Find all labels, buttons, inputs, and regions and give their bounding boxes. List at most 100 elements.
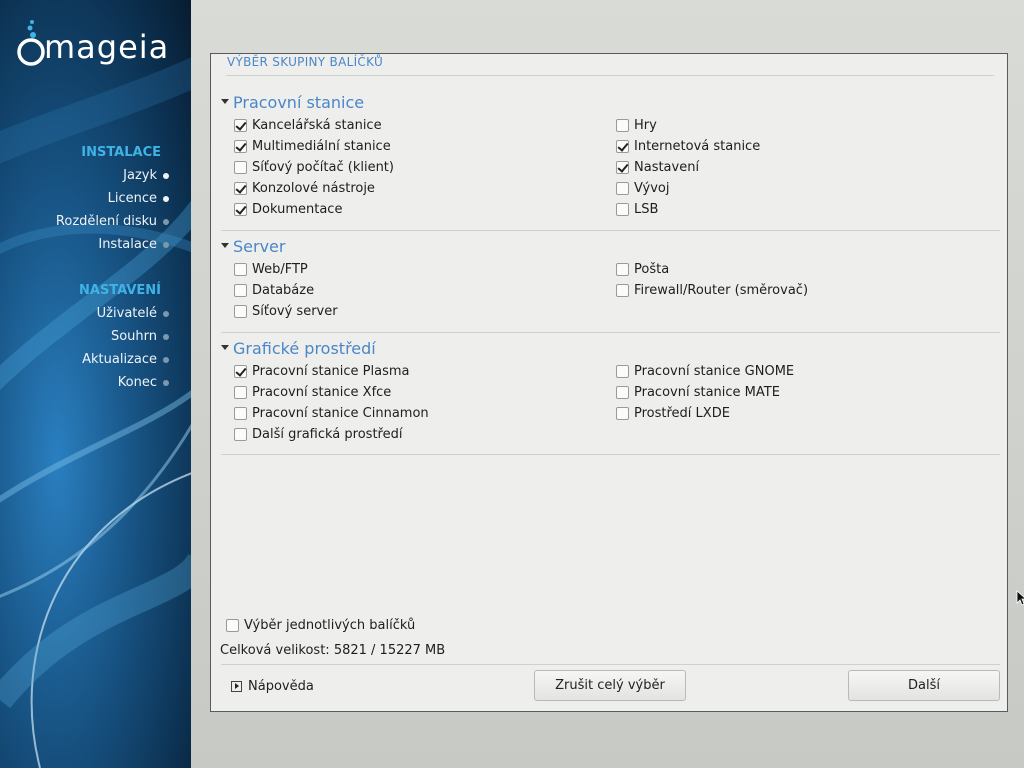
group-title-workstation[interactable]: Pracovní stanice [221, 93, 364, 112]
step-pending-dot-icon [163, 357, 169, 363]
checkbox-lxde-environment[interactable]: Prostředí LXDE [616, 406, 730, 421]
checkbox-label: Pracovní stanice GNOME [634, 364, 795, 379]
checkbox-mate-workstation[interactable]: Pracovní stanice MATE [616, 385, 780, 400]
divider [221, 664, 1000, 665]
checkbox-box[interactable] [234, 140, 247, 153]
checkbox-web-ftp[interactable]: Web/FTP [234, 262, 308, 277]
checkbox-lsb[interactable]: LSB [616, 202, 658, 217]
checkbox-box[interactable] [234, 161, 247, 174]
step-pending-dot-icon [163, 334, 169, 340]
checkbox-box[interactable] [616, 365, 629, 378]
nav-item-license: Licence [107, 191, 169, 206]
checkbox-box[interactable] [234, 407, 247, 420]
checkbox-label: Prostředí LXDE [634, 406, 730, 421]
group-title-label: Grafické prostředí [233, 339, 376, 358]
nav-item-label: Instalace [98, 237, 157, 252]
nav-item-label: Aktualizace [82, 352, 157, 367]
checkbox-label: Síťový server [252, 304, 338, 319]
step-pending-dot-icon [163, 242, 169, 248]
checkbox-label: Další grafická prostředí [252, 427, 403, 442]
dialog-title: VÝBĚR SKUPINY BALÍČKŮ [227, 55, 384, 69]
checkbox-box[interactable] [616, 407, 629, 420]
checkbox-box[interactable] [234, 263, 247, 276]
checkbox-development[interactable]: Vývoj [616, 181, 670, 196]
checkbox-box[interactable] [226, 619, 239, 632]
checkbox-configuration[interactable]: Nastavení [616, 160, 699, 175]
checkbox-box[interactable] [234, 305, 247, 318]
checkbox-network-server[interactable]: Síťový server [234, 304, 338, 319]
checkbox-label: Kancelářská stanice [252, 118, 382, 133]
checkbox-other-graphical-environments[interactable]: Další grafická prostředí [234, 427, 402, 442]
checkbox-box[interactable] [616, 182, 629, 195]
group-title-label: Server [233, 237, 286, 256]
nav-item-partitioning: Rozdělení disku [55, 214, 169, 229]
expand-arrow-icon [231, 681, 242, 692]
divider [226, 75, 994, 76]
help-label: Nápověda [248, 679, 314, 694]
checkbox-office-workstation[interactable]: Kancelářská stanice [234, 118, 382, 133]
checkbox-label: Konzolové nástroje [252, 181, 375, 196]
collapse-triangle-icon [221, 99, 229, 104]
checkbox-box[interactable] [234, 386, 247, 399]
checkbox-box[interactable] [616, 203, 629, 216]
nav-item-label: Licence [107, 191, 157, 206]
checkbox-label: Pracovní stanice Cinnamon [252, 406, 429, 421]
checkbox-multimedia-station[interactable]: Multimediální stanice [234, 139, 391, 154]
nav-item-label: Souhrn [110, 329, 157, 344]
divider [221, 230, 1000, 231]
checkbox-box[interactable] [616, 119, 629, 132]
group-title-graphical-environment[interactable]: Grafické prostředí [221, 339, 376, 358]
checkbox-database[interactable]: Databáze [234, 283, 314, 298]
checkbox-label: Vývoj [634, 181, 670, 196]
checkbox-label: Web/FTP [252, 262, 308, 277]
checkbox-box[interactable] [234, 203, 247, 216]
checkbox-box[interactable] [616, 161, 629, 174]
step-done-dot-icon [163, 196, 169, 202]
nav-section-settings: NASTAVENÍ [79, 283, 161, 298]
checkbox-label: Pracovní stanice MATE [634, 385, 780, 400]
checkbox-documentation[interactable]: Dokumentace [234, 202, 342, 217]
checkbox-cinnamon-workstation[interactable]: Pracovní stanice Cinnamon [234, 406, 429, 421]
checkbox-label: Multimediální stanice [252, 139, 391, 154]
nav-item-label: Konec [117, 375, 157, 390]
collapse-triangle-icon [221, 345, 229, 350]
nav-item-finish: Konec [117, 375, 169, 390]
checkbox-label: Databáze [252, 283, 315, 298]
checkbox-games[interactable]: Hry [616, 118, 657, 133]
nav-item-label: Jazyk [123, 168, 157, 183]
nav-item-language: Jazyk [123, 168, 169, 183]
nav-section-installation: INSTALACE [81, 145, 161, 160]
checkbox-gnome-workstation[interactable]: Pracovní stanice GNOME [616, 364, 794, 379]
checkbox-firewall-router[interactable]: Firewall/Router (směrovač) [616, 283, 808, 298]
checkbox-xfce-workstation[interactable]: Pracovní stanice Xfce [234, 385, 391, 400]
checkbox-box[interactable] [616, 386, 629, 399]
checkbox-label: Internetová stanice [634, 139, 761, 154]
checkbox-box[interactable] [234, 182, 247, 195]
collapse-triangle-icon [221, 243, 229, 248]
checkbox-individual-package-selection[interactable]: Výběr jednotlivých balíčků [226, 618, 415, 633]
divider [221, 332, 1000, 333]
nav-item-label: Rozdělení disku [55, 214, 157, 229]
checkbox-mail[interactable]: Pošta [616, 262, 669, 277]
checkbox-box[interactable] [616, 263, 629, 276]
group-title-server[interactable]: Server [221, 237, 285, 256]
next-button[interactable]: Další [848, 670, 1000, 701]
package-group-dialog: VÝBĚR SKUPINY BALÍČKŮ Pracovní stanice K… [210, 53, 1008, 712]
nav-item-updates: Aktualizace [82, 352, 169, 367]
checkbox-box[interactable] [234, 428, 247, 441]
checkbox-console-tools[interactable]: Konzolové nástroje [234, 181, 375, 196]
divider [221, 454, 1000, 455]
checkbox-plasma-workstation[interactable]: Pracovní stanice Plasma [234, 364, 410, 379]
clear-selection-button[interactable]: Zrušit celý výběr [534, 670, 686, 701]
step-done-dot-icon [163, 173, 169, 179]
checkbox-box[interactable] [234, 284, 247, 297]
help-expander[interactable]: Nápověda [231, 679, 314, 694]
checkbox-box[interactable] [616, 140, 629, 153]
checkbox-box[interactable] [234, 119, 247, 132]
checkbox-label: Síťový počítač (klient) [252, 160, 394, 175]
checkbox-box[interactable] [616, 284, 629, 297]
checkbox-label: Výběr jednotlivých balíčků [244, 618, 416, 633]
checkbox-network-computer[interactable]: Síťový počítač (klient) [234, 160, 394, 175]
checkbox-internet-station[interactable]: Internetová stanice [616, 139, 760, 154]
checkbox-box[interactable] [234, 365, 247, 378]
